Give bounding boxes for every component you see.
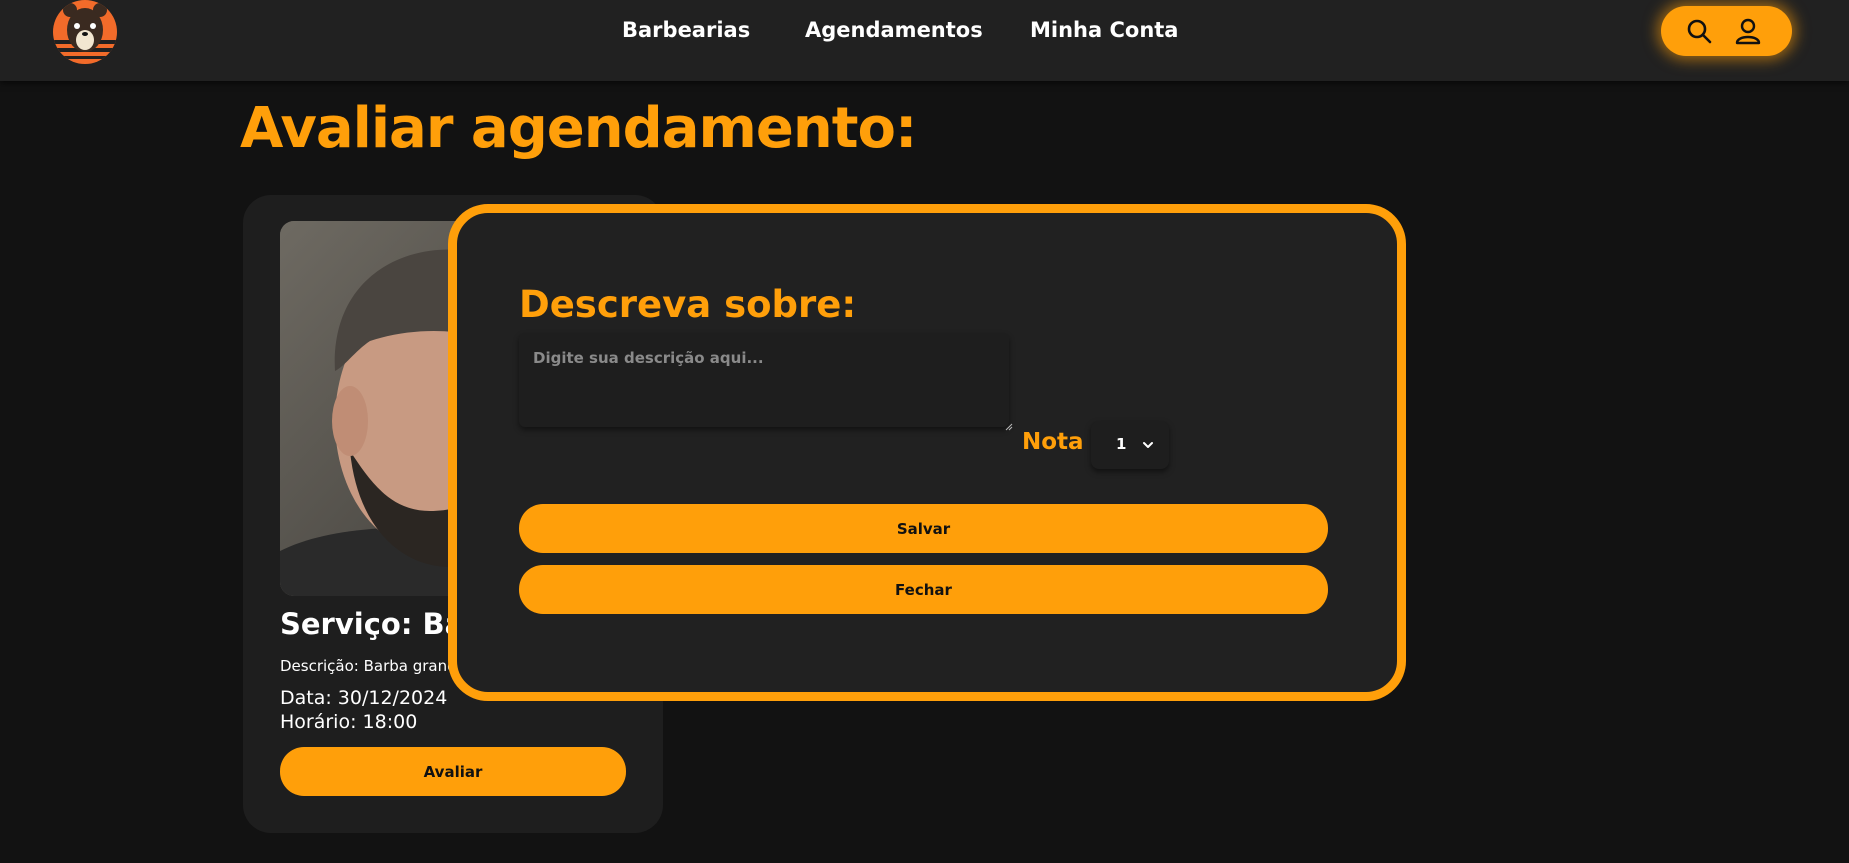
close-button[interactable]: Fechar (519, 565, 1328, 614)
nav-link-barbearias[interactable]: Barbearias (622, 18, 750, 42)
appointment-date: Data: 30/12/2024 (280, 687, 448, 709)
appointment-time: Horário: 18:00 (280, 711, 418, 733)
chevron-down-icon (1143, 442, 1153, 448)
nav-link-minha-conta[interactable]: Minha Conta (1030, 18, 1178, 42)
user-icon[interactable] (1734, 17, 1762, 45)
page-title: Avaliar agendamento: (240, 96, 917, 161)
resize-grip-icon[interactable] (1005, 423, 1013, 431)
nota-label: Nota (1022, 429, 1084, 455)
search-icon[interactable] (1685, 17, 1713, 45)
service-description: Descrição: Barba grande (280, 657, 466, 675)
review-modal: Descreva sobre: Nota 1 Salvar Fechar (448, 204, 1406, 701)
modal-title: Descreva sobre: (519, 283, 857, 326)
header-actions (1661, 6, 1792, 56)
nota-select[interactable]: 1 (1091, 421, 1169, 469)
avaliar-button[interactable]: Avaliar (280, 747, 626, 796)
save-button[interactable]: Salvar (519, 504, 1328, 553)
nav-link-agendamentos[interactable]: Agendamentos (805, 18, 983, 42)
nota-selected-value: 1 (1116, 435, 1127, 453)
main-nav: Barbearias Agendamentos Minha Conta (0, 18, 1849, 48)
description-textarea[interactable] (519, 333, 1009, 427)
top-navbar: Barbearias Agendamentos Minha Conta (0, 0, 1849, 81)
